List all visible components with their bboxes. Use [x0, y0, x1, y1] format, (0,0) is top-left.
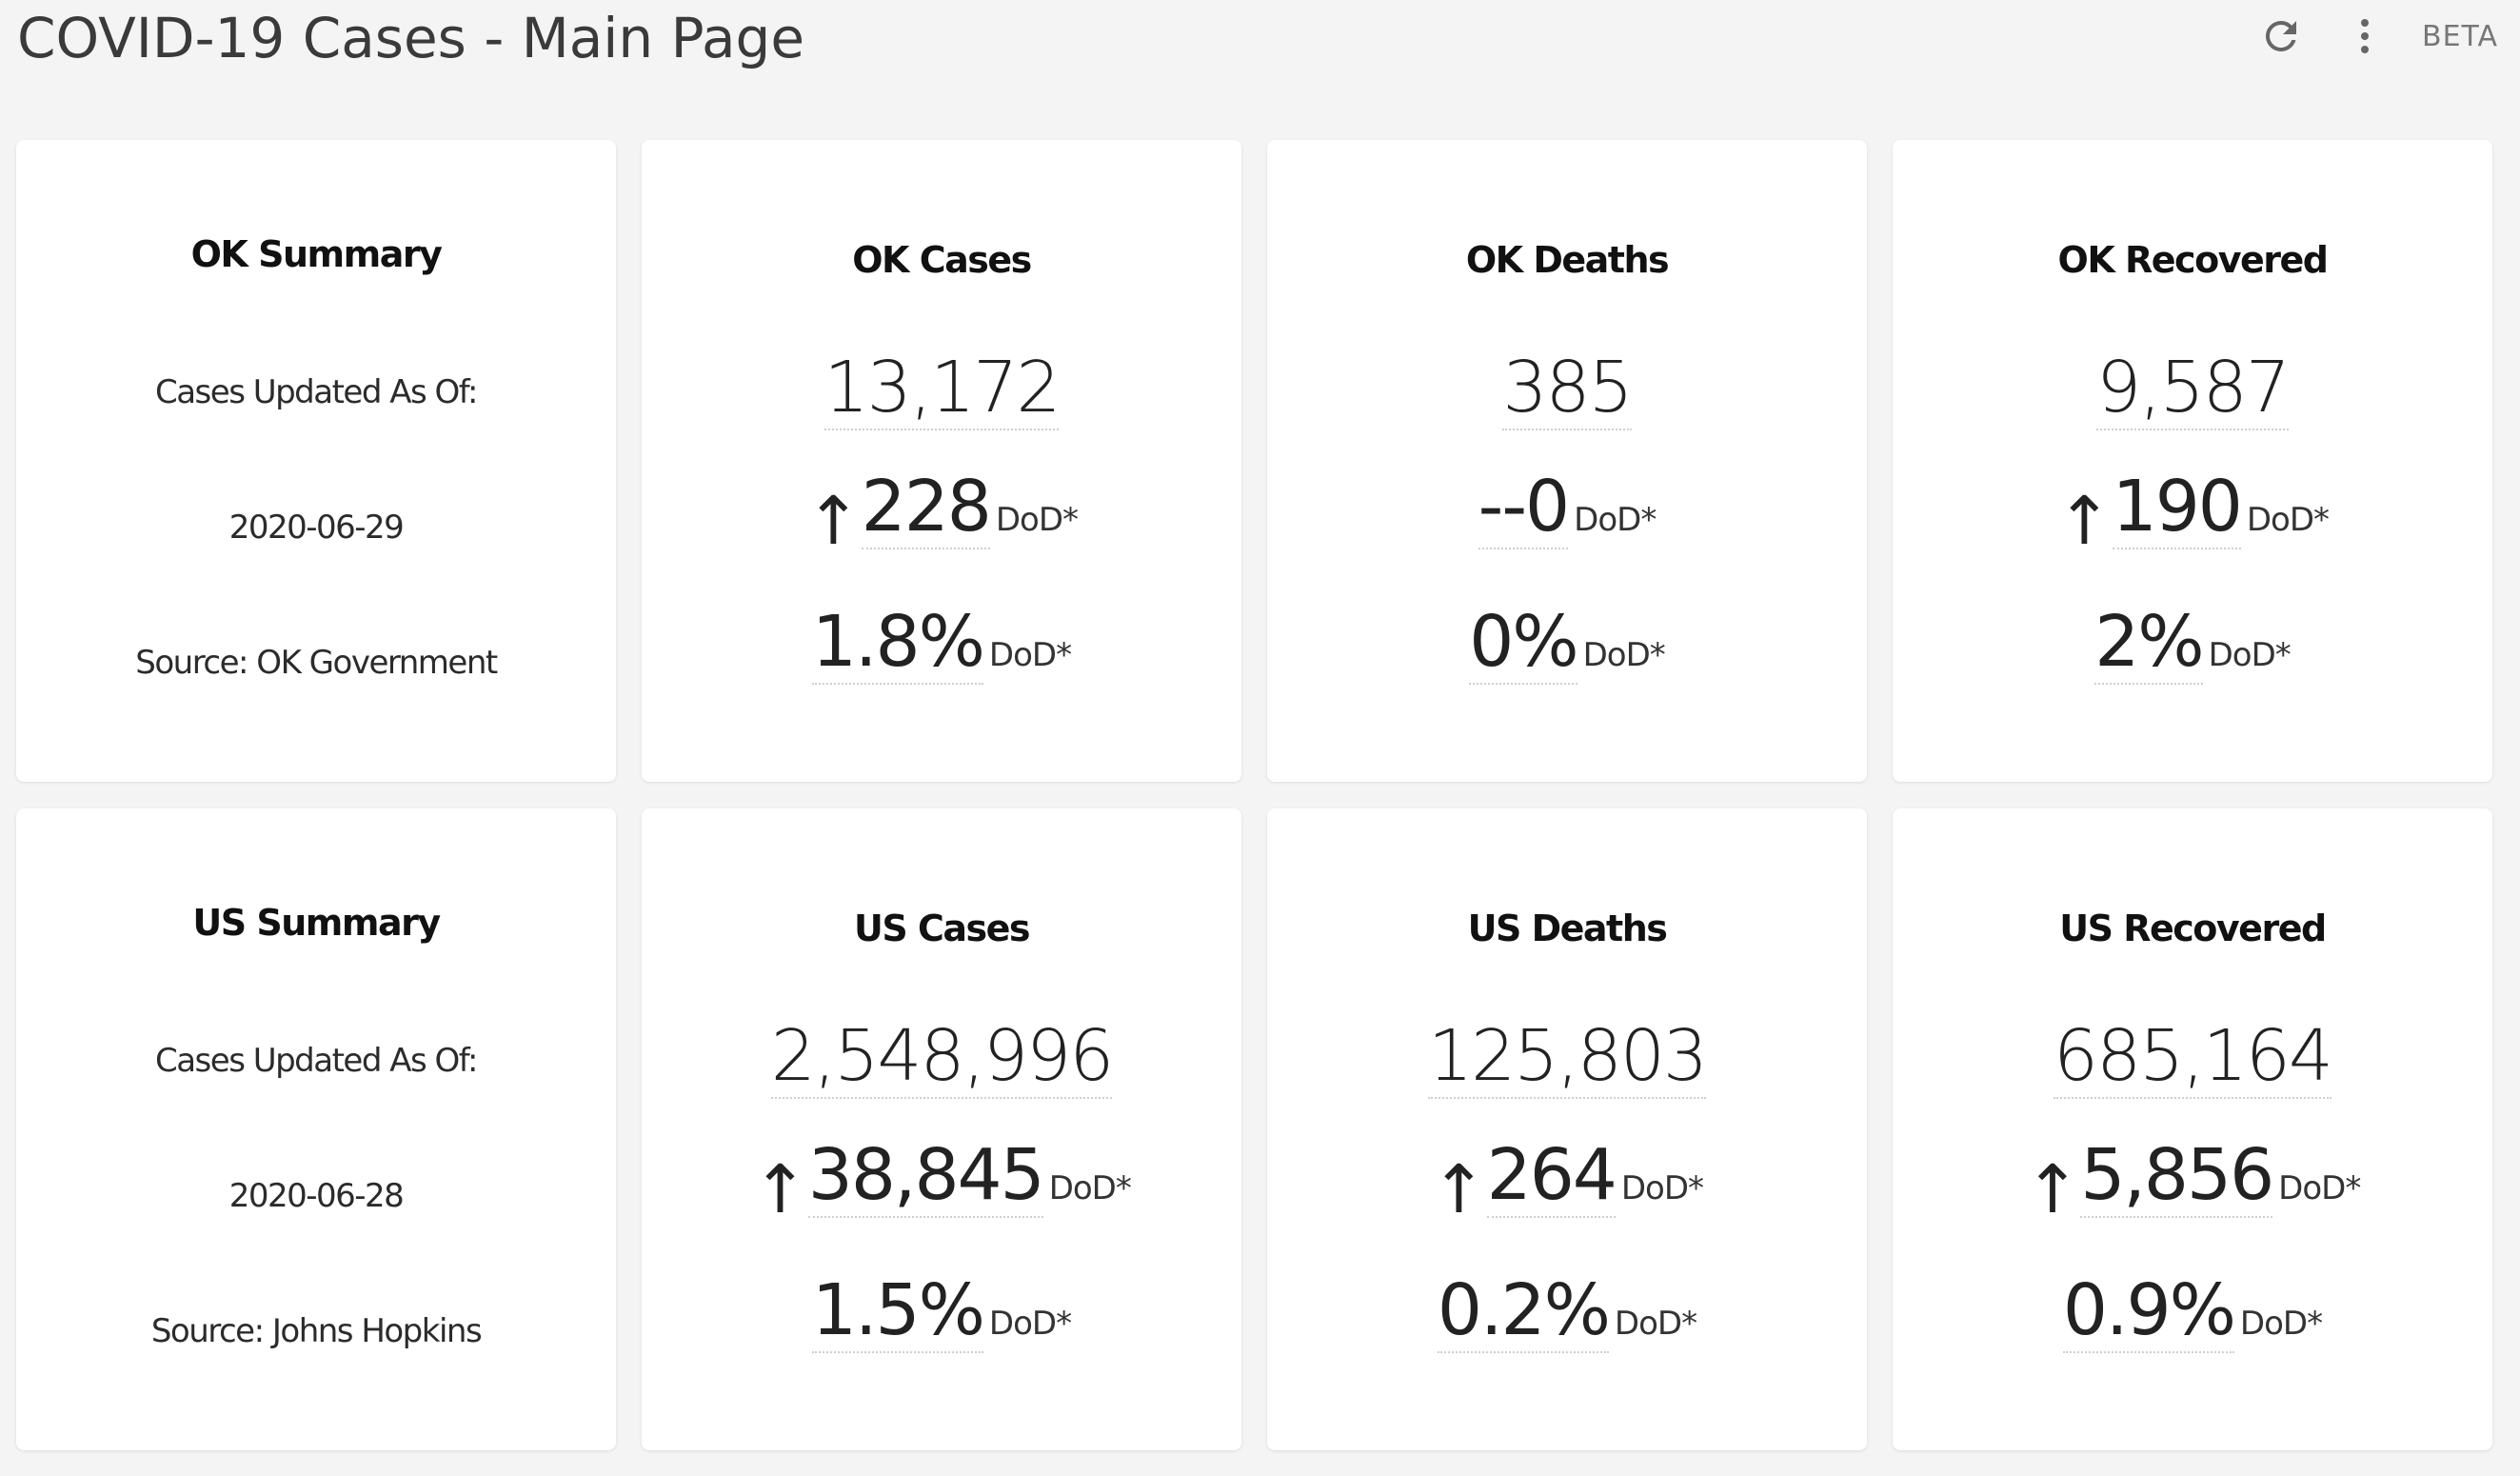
- page-title: COVID-19 Cases - Main Page: [17, 6, 805, 70]
- total-value-text: 385: [1502, 347, 1634, 430]
- dod-label: DoD*: [1614, 1305, 1697, 1343]
- total-value-text: 685,164: [2053, 1015, 2333, 1099]
- total-value[interactable]: 13,172: [642, 342, 1241, 433]
- us-deaths-card: US Deaths 125,803 ↑264 DoD* 0.2% DoD*: [1267, 808, 1867, 1450]
- pct-value: 1.5%: [811, 1269, 985, 1353]
- dod-label: DoD*: [2208, 636, 2292, 674]
- dod-label: DoD*: [995, 501, 1079, 539]
- card-title: US Deaths: [1467, 908, 1668, 949]
- delta-row[interactable]: --0 DoD*: [1267, 464, 1867, 563]
- delta-value: --0: [1478, 466, 1570, 549]
- ok-deaths-card: OK Deaths 385 --0 DoD* 0% DoD*: [1267, 140, 1867, 782]
- page-header: COVID-19 Cases - Main Page BETA: [0, 0, 2520, 86]
- dod-label: DoD*: [2278, 1169, 2361, 1207]
- delta-row[interactable]: ↑190 DoD*: [1893, 464, 2492, 563]
- pct-row[interactable]: 0% DoD*: [1267, 599, 1867, 698]
- pct-value: 1.8%: [811, 601, 985, 685]
- ok-recovered-card: OK Recovered 9,587 ↑190 DoD* 2% DoD*: [1893, 140, 2492, 782]
- total-value[interactable]: 385: [1267, 342, 1867, 433]
- pct-row[interactable]: 0.9% DoD*: [1893, 1267, 2492, 1366]
- us-recovered-card: US Recovered 685,164 ↑5,856 DoD* 0.9% DoD*: [1893, 808, 2492, 1450]
- beta-label: BETA: [2422, 20, 2499, 53]
- pct-row[interactable]: 2% DoD*: [1893, 599, 2492, 698]
- delta-row[interactable]: ↑5,856 DoD*: [1893, 1132, 2492, 1231]
- refresh-icon[interactable]: [2254, 10, 2308, 63]
- up-arrow-icon: ↑: [1430, 1150, 1487, 1228]
- total-value[interactable]: 9,587: [1893, 342, 2492, 433]
- ok-cases-card: OK Cases 13,172 ↑228 DoD* 1.8% DoD*: [642, 140, 1241, 782]
- pct-row[interactable]: 1.8% DoD*: [642, 599, 1241, 698]
- pct-value: 0.2%: [1437, 1269, 1611, 1353]
- up-arrow-icon: ↑: [804, 482, 862, 560]
- total-value-text: 2,548,996: [770, 1015, 1114, 1099]
- total-value[interactable]: 125,803: [1267, 1010, 1867, 1102]
- dod-label: DoD*: [1574, 501, 1657, 539]
- source-label: Source: Johns Hopkins: [150, 1312, 483, 1350]
- delta-value: 5,856: [2080, 1134, 2274, 1218]
- delta-value: 38,845: [807, 1134, 1045, 1218]
- us-cases-card: US Cases 2,548,996 ↑38,845 DoD* 1.5% DoD*: [642, 808, 1241, 1450]
- updated-label: Cases Updated As Of:: [154, 373, 479, 411]
- dod-label: DoD*: [1048, 1169, 1132, 1207]
- updated-label: Cases Updated As Of:: [154, 1042, 479, 1080]
- pct-row[interactable]: 0.2% DoD*: [1267, 1267, 1867, 1366]
- up-arrow-icon: ↑: [752, 1150, 808, 1228]
- delta-row[interactable]: ↑264 DoD*: [1267, 1132, 1867, 1231]
- card-title: OK Cases: [852, 239, 1032, 281]
- dod-label: DoD*: [988, 1305, 1072, 1343]
- dod-label: DoD*: [1582, 636, 1666, 674]
- total-value[interactable]: 2,548,996: [642, 1010, 1241, 1102]
- card-title: US Cases: [854, 908, 1031, 949]
- pct-value: 2%: [2094, 601, 2205, 685]
- card-title: OK Summary: [190, 233, 443, 275]
- us-summary-card: US Summary Cases Updated As Of: 2020-06-…: [16, 808, 616, 1450]
- total-value-text: 9,587: [2096, 347, 2291, 430]
- metrics-grid: OK Summary Cases Updated As Of: 2020-06-…: [16, 140, 2492, 1450]
- dod-label: DoD*: [1620, 1169, 1704, 1207]
- pct-row[interactable]: 1.5% DoD*: [642, 1267, 1241, 1366]
- delta-row[interactable]: ↑228 DoD*: [642, 464, 1241, 563]
- dod-label: DoD*: [988, 636, 1072, 674]
- card-title: OK Deaths: [1465, 239, 1670, 281]
- ok-summary-card: OK Summary Cases Updated As Of: 2020-06-…: [16, 140, 616, 782]
- card-title: US Summary: [192, 902, 441, 944]
- total-value-text: 13,172: [823, 347, 1061, 430]
- pct-value: 0%: [1469, 601, 1579, 685]
- up-arrow-icon: ↑: [2055, 482, 2113, 560]
- delta-value: 264: [1486, 1134, 1617, 1218]
- up-arrow-icon: ↑: [2024, 1150, 2081, 1228]
- card-title: OK Recovered: [2057, 239, 2329, 281]
- source-label: Source: OK Government: [135, 644, 498, 682]
- total-value[interactable]: 685,164: [1893, 1010, 2492, 1102]
- dod-label: DoD*: [2246, 501, 2330, 539]
- card-title: US Recovered: [2059, 908, 2327, 949]
- delta-value: 190: [2112, 466, 2243, 549]
- more-vertical-icon[interactable]: [2338, 10, 2391, 63]
- pct-value: 0.9%: [2062, 1269, 2236, 1353]
- updated-date: 2020-06-29: [228, 509, 405, 547]
- total-value-text: 125,803: [1427, 1015, 1708, 1099]
- updated-date: 2020-06-28: [228, 1177, 405, 1215]
- delta-value: 228: [861, 466, 992, 549]
- dod-label: DoD*: [2239, 1305, 2323, 1343]
- delta-row[interactable]: ↑38,845 DoD*: [642, 1132, 1241, 1231]
